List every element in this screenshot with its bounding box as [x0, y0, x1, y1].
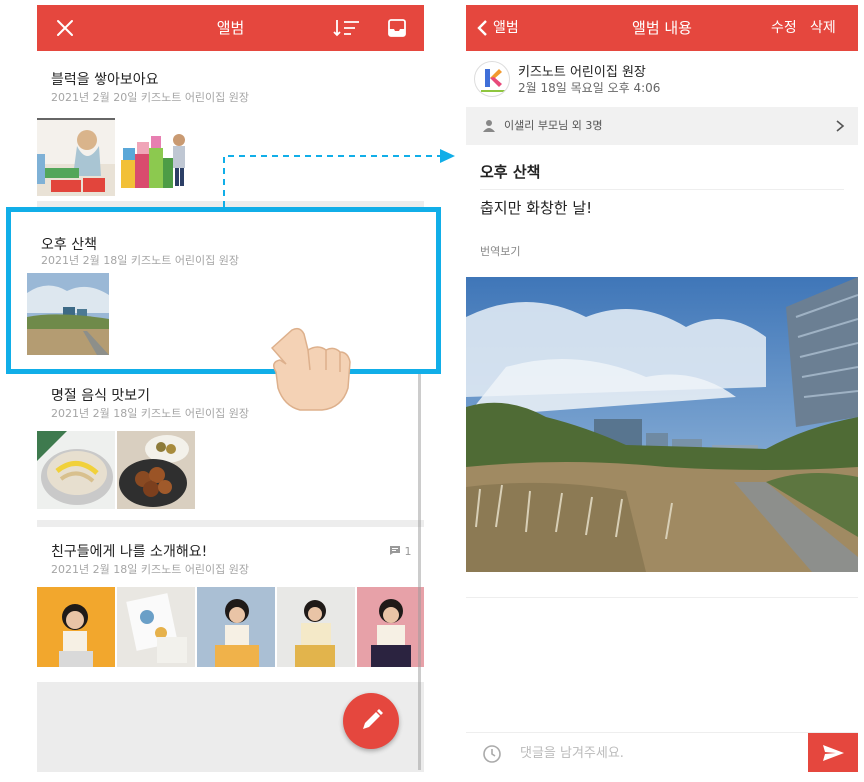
album-meta: 2021년 2월 18일 키즈노트 어린이집 원장 — [41, 254, 240, 267]
highlighted-album-item[interactable]: 오후 산책 2021년 2월 18일 키즈노트 어린이집 원장 — [6, 207, 441, 374]
comment-count: 1 — [404, 545, 412, 558]
author-avatar — [474, 61, 510, 97]
send-button[interactable] — [808, 733, 858, 772]
album-meta: 2021년 2월 18일 키즈노트 어린이집 원장 — [51, 563, 250, 576]
album-detail-screen: 앨범 앨범 내용 수정 삭제 키즈노트 어린이집 원장 2월 18일 목요일 오… — [466, 5, 858, 772]
album-thumbnail[interactable] — [27, 273, 109, 355]
send-icon — [823, 745, 844, 761]
person-icon — [483, 120, 495, 132]
album-thumbnail[interactable] — [37, 587, 115, 667]
album-thumbnail[interactable] — [117, 118, 195, 196]
clock-icon[interactable] — [482, 744, 502, 764]
recipients-bar[interactable]: 이샐리 부모님 외 3명 — [466, 107, 858, 145]
comment-input[interactable] — [520, 739, 800, 767]
album-list-header: 앨범 — [37, 5, 424, 51]
album-thumbnail[interactable] — [277, 587, 355, 667]
album-photo[interactable] — [466, 277, 858, 572]
kidsnote-logo-icon — [481, 69, 505, 92]
chevron-right-icon — [836, 120, 845, 132]
album-thumbnail[interactable] — [117, 431, 195, 509]
pencil-icon — [363, 709, 383, 729]
album-list-screen: 앨범 블럭을 쌓아보아요 2021년 2월 20일 키즈노트 어린이집 원장 명… — [37, 5, 424, 772]
album-detail-title: 앨범 내용 — [632, 19, 692, 37]
post-title: 오후 산책 — [480, 163, 541, 181]
album-thumbnail[interactable] — [37, 431, 115, 509]
comment-count-badge: 1 — [389, 545, 412, 558]
section-divider — [37, 520, 424, 527]
comment-bar — [466, 732, 858, 772]
album-thumbnail[interactable] — [37, 118, 115, 196]
hand-pointer-icon — [270, 327, 351, 411]
album-title: 친구들에게 나를 소개해요! — [51, 544, 208, 560]
album-thumbnail[interactable] — [197, 587, 275, 667]
translate-link[interactable]: 번역보기 — [480, 243, 520, 259]
inbox-icon[interactable] — [387, 18, 407, 38]
album-list-title: 앨범 — [216, 19, 245, 37]
album-thumbnail[interactable] — [357, 587, 424, 667]
album-meta: 2021년 2월 18일 키즈노트 어린이집 원장 — [51, 407, 250, 420]
album-title: 오후 산책 — [41, 237, 97, 253]
album-detail-header: 앨범 앨범 내용 수정 삭제 — [466, 5, 858, 51]
post-date: 2월 18일 목요일 오후 4:06 — [518, 81, 661, 95]
album-meta: 2021년 2월 20일 키즈노트 어린이집 원장 — [51, 91, 250, 104]
album-title: 명절 음식 맛보기 — [51, 388, 151, 404]
edit-button[interactable]: 수정 — [771, 5, 797, 51]
author-name: 키즈노트 어린이집 원장 — [518, 65, 646, 80]
title-divider — [480, 189, 844, 190]
post-body: 춥지만 화창한 날! — [480, 199, 593, 217]
comment-icon — [390, 546, 400, 555]
album-thumbnail[interactable] — [117, 587, 195, 667]
write-fab-button[interactable] — [343, 693, 399, 749]
scrollbar[interactable] — [418, 370, 421, 770]
sort-icon[interactable] — [333, 17, 361, 39]
album-title: 블럭을 쌓아보아요 — [51, 72, 159, 88]
delete-button[interactable]: 삭제 — [810, 5, 836, 51]
content-divider — [466, 597, 858, 598]
recipients-label: 이샐리 부모님 외 3명 — [504, 119, 603, 132]
